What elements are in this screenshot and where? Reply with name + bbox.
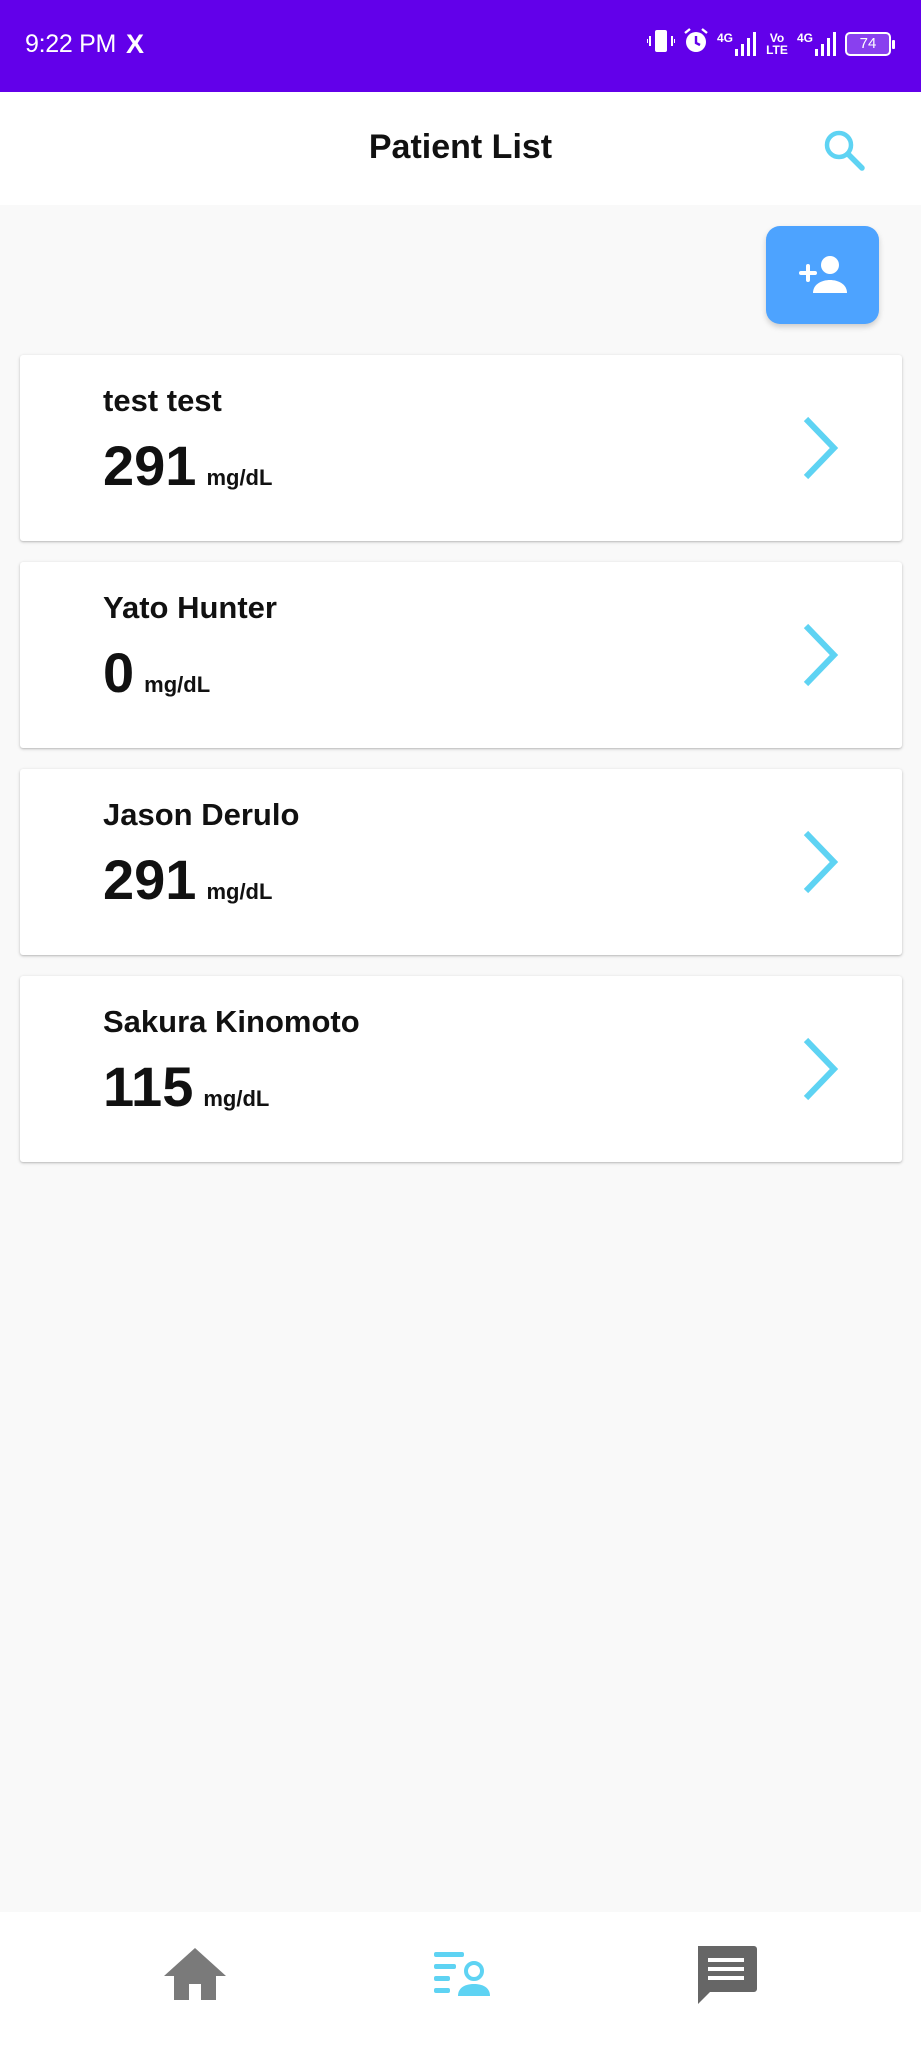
- patient-name: Jason Derulo: [103, 797, 300, 832]
- patient-list-icon: [434, 1952, 490, 1996]
- x-app-icon: X: [126, 29, 145, 59]
- chevron-right-icon: [803, 1037, 839, 1101]
- glucose-unit: mg/dL: [144, 672, 211, 697]
- vibrate-icon: [645, 28, 676, 59]
- bottom-navigation: [0, 1912, 921, 2048]
- page-title: Patient List: [368, 128, 553, 166]
- glucose-unit: mg/dL: [206, 465, 273, 490]
- patient-card[interactable]: Sakura Kinomoto 115 mg/dL: [20, 976, 902, 1162]
- status-icons: 4G Vo LTE 4G 74: [645, 28, 895, 59]
- search-button[interactable]: [820, 126, 868, 174]
- nav-patient-list-button[interactable]: [428, 1940, 498, 2010]
- add-patient-button[interactable]: [766, 226, 879, 324]
- nav-home-button[interactable]: [160, 1940, 230, 2010]
- glucose-reading: 115 mg/dL: [103, 1054, 269, 1119]
- add-person-icon: [798, 256, 847, 293]
- glucose-value: 291: [103, 434, 197, 497]
- glucose-value: 0: [103, 641, 135, 704]
- glucose-reading: 0 mg/dL: [103, 640, 210, 705]
- battery-indicator: 74: [845, 31, 895, 56]
- chevron-right-icon: [803, 830, 839, 894]
- patient-list: test test 291 mg/dL Yato Hunter 0 mg/dL …: [20, 355, 902, 1183]
- glucose-value: 291: [103, 848, 197, 911]
- patient-card[interactable]: Jason Derulo 291 mg/dL: [20, 769, 902, 955]
- alarm-icon: [683, 28, 709, 59]
- signal-1-icon: 4G: [717, 31, 757, 56]
- nav-messages-button[interactable]: [690, 1940, 760, 2010]
- volte-label: Vo LTE: [766, 30, 788, 57]
- patient-card[interactable]: test test 291 mg/dL: [20, 355, 902, 541]
- chat-icon: [698, 1946, 757, 2004]
- glucose-reading: 291 mg/dL: [103, 433, 272, 498]
- glucose-value: 115: [103, 1055, 194, 1118]
- patient-name: test test: [103, 383, 222, 418]
- chevron-right-icon: [803, 416, 839, 480]
- patient-card[interactable]: Yato Hunter 0 mg/dL: [20, 562, 902, 748]
- glucose-unit: mg/dL: [203, 1086, 270, 1111]
- app-header: Patient List: [0, 92, 921, 205]
- search-icon: [824, 130, 865, 171]
- glucose-unit: mg/dL: [206, 879, 273, 904]
- status-time: 9:22 PM: [25, 30, 117, 58]
- patient-name: Sakura Kinomoto: [103, 1004, 360, 1039]
- glucose-reading: 291 mg/dL: [103, 847, 272, 912]
- signal-2-icon: 4G: [797, 31, 837, 56]
- chevron-right-icon: [803, 623, 839, 687]
- patient-name: Yato Hunter: [103, 590, 277, 625]
- status-bar: 9:22 PM X 4G Vo LTE 4G 74: [0, 0, 921, 92]
- home-icon: [164, 1948, 226, 2000]
